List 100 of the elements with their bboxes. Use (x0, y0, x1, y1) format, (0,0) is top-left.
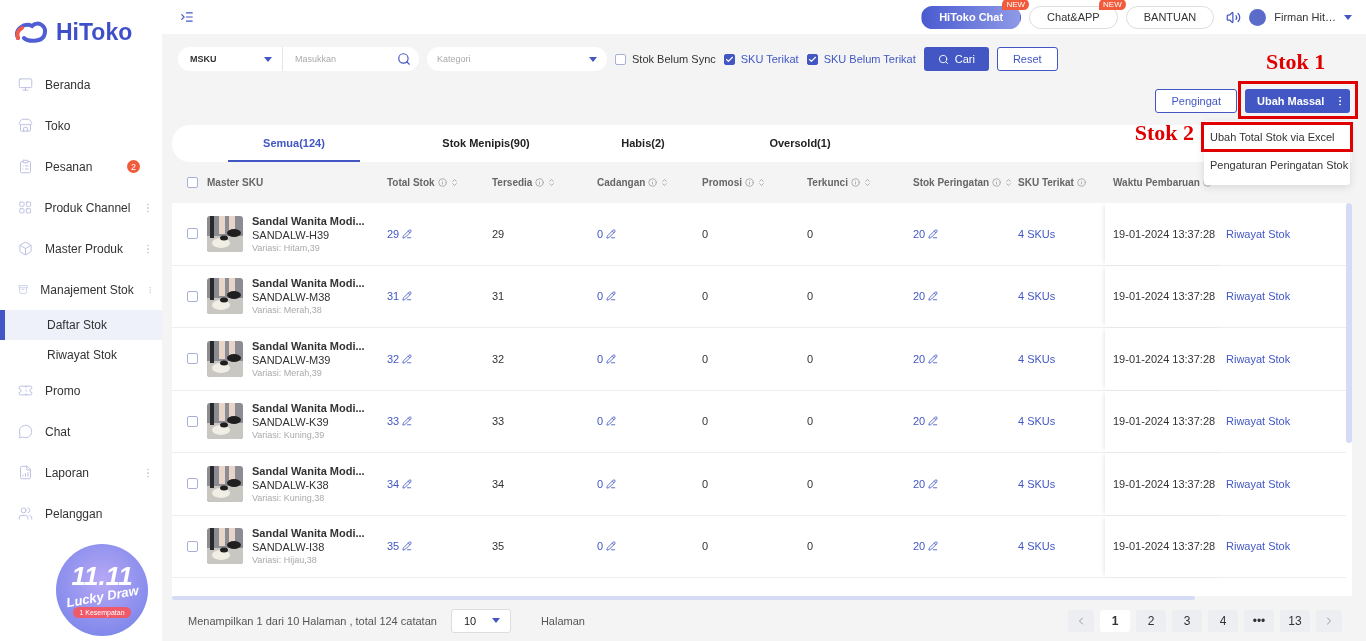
linked-sku-link[interactable]: 4 SKUs (1018, 227, 1056, 240)
page-button[interactable]: 1 (1100, 609, 1130, 632)
checkbox[interactable] (723, 53, 735, 65)
nav-subitem[interactable]: Riwayat Stok (0, 340, 162, 370)
top-button[interactable]: BANTUAN (1125, 5, 1215, 29)
reserved-stock-link[interactable]: 0 (597, 477, 617, 490)
checkbox-label[interactable]: SKU Belum Terikat (823, 53, 916, 65)
sort-icon[interactable] (862, 178, 872, 187)
page-button[interactable]: 2 (1136, 609, 1166, 632)
checkbox-label[interactable]: SKU Terikat (740, 53, 799, 65)
checkbox[interactable] (186, 415, 198, 427)
stock-history-link[interactable]: Riwayat Stok (1226, 540, 1291, 553)
prev-page-button[interactable] (1068, 609, 1094, 632)
reserved-stock-link[interactable]: 0 (597, 290, 617, 303)
sort-icon[interactable] (1004, 178, 1014, 187)
menu-item[interactable]: Ubah Total Stok via Excel (1204, 125, 1350, 149)
stock-history-link[interactable]: Riwayat Stok (1226, 290, 1291, 303)
page-button[interactable]: 3 (1172, 609, 1202, 632)
reserved-stock-link[interactable]: 0 (597, 415, 617, 428)
linked-sku-link[interactable]: 4 SKUs (1018, 540, 1056, 553)
user-name[interactable]: Firman Hit… (1274, 11, 1336, 23)
page-button[interactable]: 13 (1280, 609, 1310, 632)
total-stock-link[interactable]: 32 (387, 352, 413, 365)
nav-item[interactable]: Chat (0, 411, 162, 452)
sort-icon[interactable] (547, 178, 557, 187)
alert-stock-link[interactable]: 20 (913, 415, 939, 428)
alert-stock-link[interactable]: 20 (913, 290, 939, 303)
stock-history-link[interactable]: Riwayat Stok (1226, 227, 1291, 240)
checkbox[interactable] (186, 290, 198, 302)
linked-sku-link[interactable]: 4 SKUs (1018, 352, 1056, 365)
stock-history-link[interactable]: Riwayat Stok (1226, 477, 1291, 490)
checkbox[interactable] (806, 53, 818, 65)
logo-icon (14, 20, 50, 44)
checkbox[interactable] (186, 177, 198, 188)
nav-item[interactable]: Manajement Stok (0, 269, 162, 310)
nav-item[interactable]: Promo (0, 370, 162, 411)
pencil-icon (928, 353, 939, 364)
search-icon[interactable] (397, 52, 411, 66)
product-name: Sandal Wanita Modi... (252, 527, 365, 540)
checkbox[interactable] (615, 53, 626, 65)
tab[interactable]: Habis(2) (577, 125, 709, 162)
linked-sku-link[interactable]: 4 SKUs (1018, 290, 1056, 303)
alert-stock-link[interactable]: 20 (913, 540, 939, 553)
bulk-edit-button[interactable]: Ubah Massal (1245, 89, 1350, 113)
page-button[interactable]: 4 (1208, 609, 1238, 632)
stock-history-link[interactable]: Riwayat Stok (1226, 352, 1291, 365)
scrollbar[interactable] (1346, 203, 1352, 443)
table-cell: 19-01-2024 13:37:28 (1113, 352, 1216, 365)
menu-icon[interactable] (180, 10, 194, 24)
field-select[interactable]: MSKU (178, 47, 283, 71)
nav-item[interactable]: Toko (0, 105, 162, 146)
nav-subitem[interactable]: Daftar Stok (0, 310, 162, 340)
checkbox[interactable] (186, 478, 198, 490)
column-header: Master SKU (207, 177, 264, 188)
sort-icon[interactable] (660, 178, 670, 187)
avatar[interactable] (1249, 8, 1267, 26)
nav-item[interactable]: Pelanggan (0, 493, 162, 534)
total-stock-link[interactable]: 34 (387, 477, 413, 490)
next-page-button[interactable] (1316, 609, 1342, 632)
reserved-stock-link[interactable]: 0 (597, 227, 617, 240)
total-stock-link[interactable]: 33 (387, 415, 413, 428)
nav-item[interactable]: Pesanan 2 (0, 146, 162, 187)
reserved-stock-link[interactable]: 0 (597, 540, 617, 553)
tab[interactable]: Semua(124) (228, 125, 360, 162)
pencil-icon (402, 478, 413, 489)
nav-item[interactable]: Laporan (0, 452, 162, 493)
tab[interactable]: Stok Menipis(90) (420, 125, 552, 162)
caret-icon[interactable] (1344, 14, 1352, 20)
linked-sku-link[interactable]: 4 SKUs (1018, 477, 1056, 490)
alert-stock-link[interactable]: 20 (913, 227, 939, 240)
table-cell: 19-01-2024 13:37:28 (1113, 540, 1216, 553)
pencil-icon (928, 291, 939, 302)
checkbox-label[interactable]: Stok Belum Sync (632, 53, 716, 65)
reminder-button[interactable]: Pengingat (1155, 89, 1237, 113)
nav-item[interactable]: Produk Channel (0, 187, 162, 228)
total-stock-link[interactable]: 31 (387, 290, 413, 303)
linked-sku-link[interactable]: 4 SKUs (1018, 415, 1056, 428)
page-size-select[interactable]: 10 (450, 608, 511, 633)
menu-item[interactable]: Pengaturan Peringatan Stok (1204, 153, 1350, 177)
product-name: Sandal Wanita Modi... (252, 464, 365, 477)
sort-icon[interactable] (449, 178, 459, 187)
nav-item[interactable]: Master Produk (0, 228, 162, 269)
checkbox[interactable] (186, 353, 198, 365)
page-button[interactable]: ••• (1244, 609, 1274, 632)
stock-history-link[interactable]: Riwayat Stok (1226, 415, 1291, 428)
reset-button[interactable]: Reset (996, 47, 1058, 71)
nav-item[interactable]: Beranda (0, 64, 162, 105)
alert-stock-link[interactable]: 20 (913, 352, 939, 365)
total-stock-link[interactable]: 35 (387, 540, 413, 553)
checkbox[interactable] (186, 228, 198, 240)
reserved-stock-link[interactable]: 0 (597, 352, 617, 365)
alert-stock-link[interactable]: 20 (913, 477, 939, 490)
total-stock-link[interactable]: 29 (387, 227, 413, 240)
search-button[interactable]: Cari (923, 47, 989, 71)
tab[interactable]: Oversold(1) (734, 125, 866, 162)
checkbox[interactable] (186, 540, 198, 552)
speaker-icon[interactable] (1226, 9, 1242, 25)
sort-icon[interactable] (757, 178, 766, 187)
search-icon (937, 53, 949, 65)
page-label: Halaman (540, 614, 585, 627)
